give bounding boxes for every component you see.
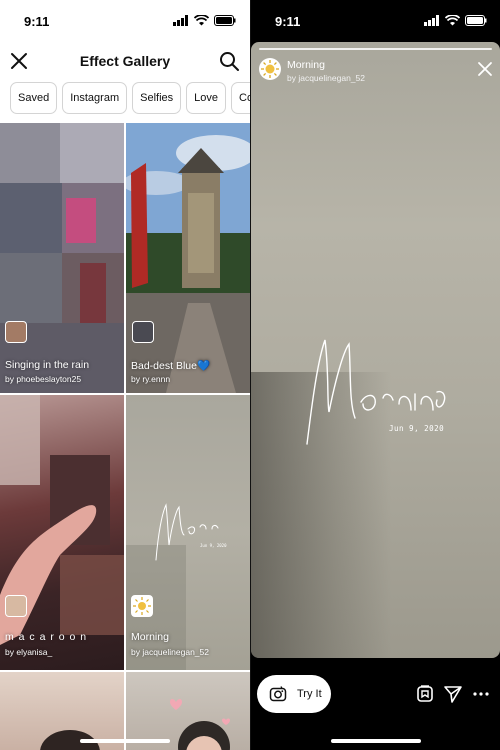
story-date: Jun 9, 2020 xyxy=(389,424,445,433)
wifi-icon xyxy=(445,15,460,26)
effect-creator: by ry.ennn xyxy=(131,374,171,384)
close-icon[interactable] xyxy=(476,60,494,78)
effect-name: m a c a r o o n xyxy=(5,631,88,643)
effect-tile-morning[interactable]: Jun 9, 2020 Morning by jacquelinegan_52 xyxy=(126,395,250,670)
gallery-header: Effect Gallery xyxy=(0,44,250,80)
sun-icon xyxy=(261,60,279,78)
bottom-action-bar: Try It xyxy=(251,665,500,725)
status-bar: 9:11 xyxy=(251,0,500,42)
creator-avatar[interactable] xyxy=(259,58,281,80)
try-it-button[interactable]: Try It xyxy=(257,675,331,713)
effect-creator[interactable]: by jacquelinegan_52 xyxy=(287,73,365,83)
sun-icon xyxy=(133,597,151,615)
effect-name: Bad-dest Blue💙 xyxy=(131,360,211,372)
effect-tile-macaroon[interactable]: m a c a r o o n by elyanisa_ xyxy=(0,395,124,670)
wifi-icon xyxy=(194,15,209,26)
category-chips: Saved Instagram Selfies Love Color & l xyxy=(10,82,250,114)
creator-avatar xyxy=(5,595,27,617)
home-indicator xyxy=(80,739,170,743)
effect-gallery-panel: 9:11 Effect Gallery Saved Instagram Self… xyxy=(0,0,250,750)
creator-avatar xyxy=(132,321,154,343)
battery-icon xyxy=(214,15,236,26)
search-icon[interactable] xyxy=(218,50,240,72)
creator-avatar xyxy=(5,321,27,343)
page-title: Effect Gallery xyxy=(79,53,171,69)
morning-script-graphic xyxy=(306,339,446,445)
chip-saved[interactable]: Saved xyxy=(10,82,58,114)
effect-title: Morning xyxy=(287,59,325,71)
chip-instagram[interactable]: Instagram xyxy=(62,82,128,114)
effect-tile-singing[interactable]: Singing in the rain by phoebeslayton25 xyxy=(0,123,124,393)
signal-icon xyxy=(424,15,439,26)
effect-thumbnail xyxy=(126,123,250,393)
effect-tile-bad-dest-blue[interactable]: Bad-dest Blue💙 by ry.ennn xyxy=(126,123,250,393)
send-icon[interactable] xyxy=(443,684,463,704)
chip-selfies[interactable]: Selfies xyxy=(132,82,182,114)
story-progress-bar xyxy=(259,48,492,50)
status-time: 9:11 xyxy=(275,14,301,29)
status-icons xyxy=(424,15,487,26)
svg-text:Jun 9, 2020: Jun 9, 2020 xyxy=(200,543,227,548)
effect-name: Morning xyxy=(131,631,169,643)
chip-love[interactable]: Love xyxy=(186,82,227,114)
effect-thumbnail xyxy=(0,123,124,393)
camera-icon xyxy=(269,686,287,702)
more-icon[interactable] xyxy=(471,684,491,704)
status-bar: 9:11 xyxy=(0,0,250,42)
effect-creator: by elyanisa_ xyxy=(5,647,53,657)
creator-avatar xyxy=(131,595,153,617)
story-preview[interactable]: Morning by jacquelinegan_52 Jun 9, 2020 xyxy=(251,42,500,658)
effect-preview-panel: 9:11 Morning by jacquelinegan_52 Jun 9, … xyxy=(251,0,500,750)
signal-icon xyxy=(173,15,188,26)
effect-creator: by phoebeslayton25 xyxy=(5,374,82,384)
save-icon[interactable] xyxy=(415,684,435,704)
effect-thumbnail: Jun 9, 2020 xyxy=(126,503,227,670)
effect-name: Singing in the rain xyxy=(5,359,90,371)
status-time: 9:11 xyxy=(24,14,50,29)
battery-icon xyxy=(465,15,487,26)
chip-color[interactable]: Color & l xyxy=(231,82,250,114)
home-indicator xyxy=(331,739,421,743)
try-it-label: Try It xyxy=(297,688,322,700)
status-icons xyxy=(173,15,236,26)
effect-creator: by jacquelinegan_52 xyxy=(131,647,209,657)
effect-thumbnail xyxy=(0,395,124,645)
